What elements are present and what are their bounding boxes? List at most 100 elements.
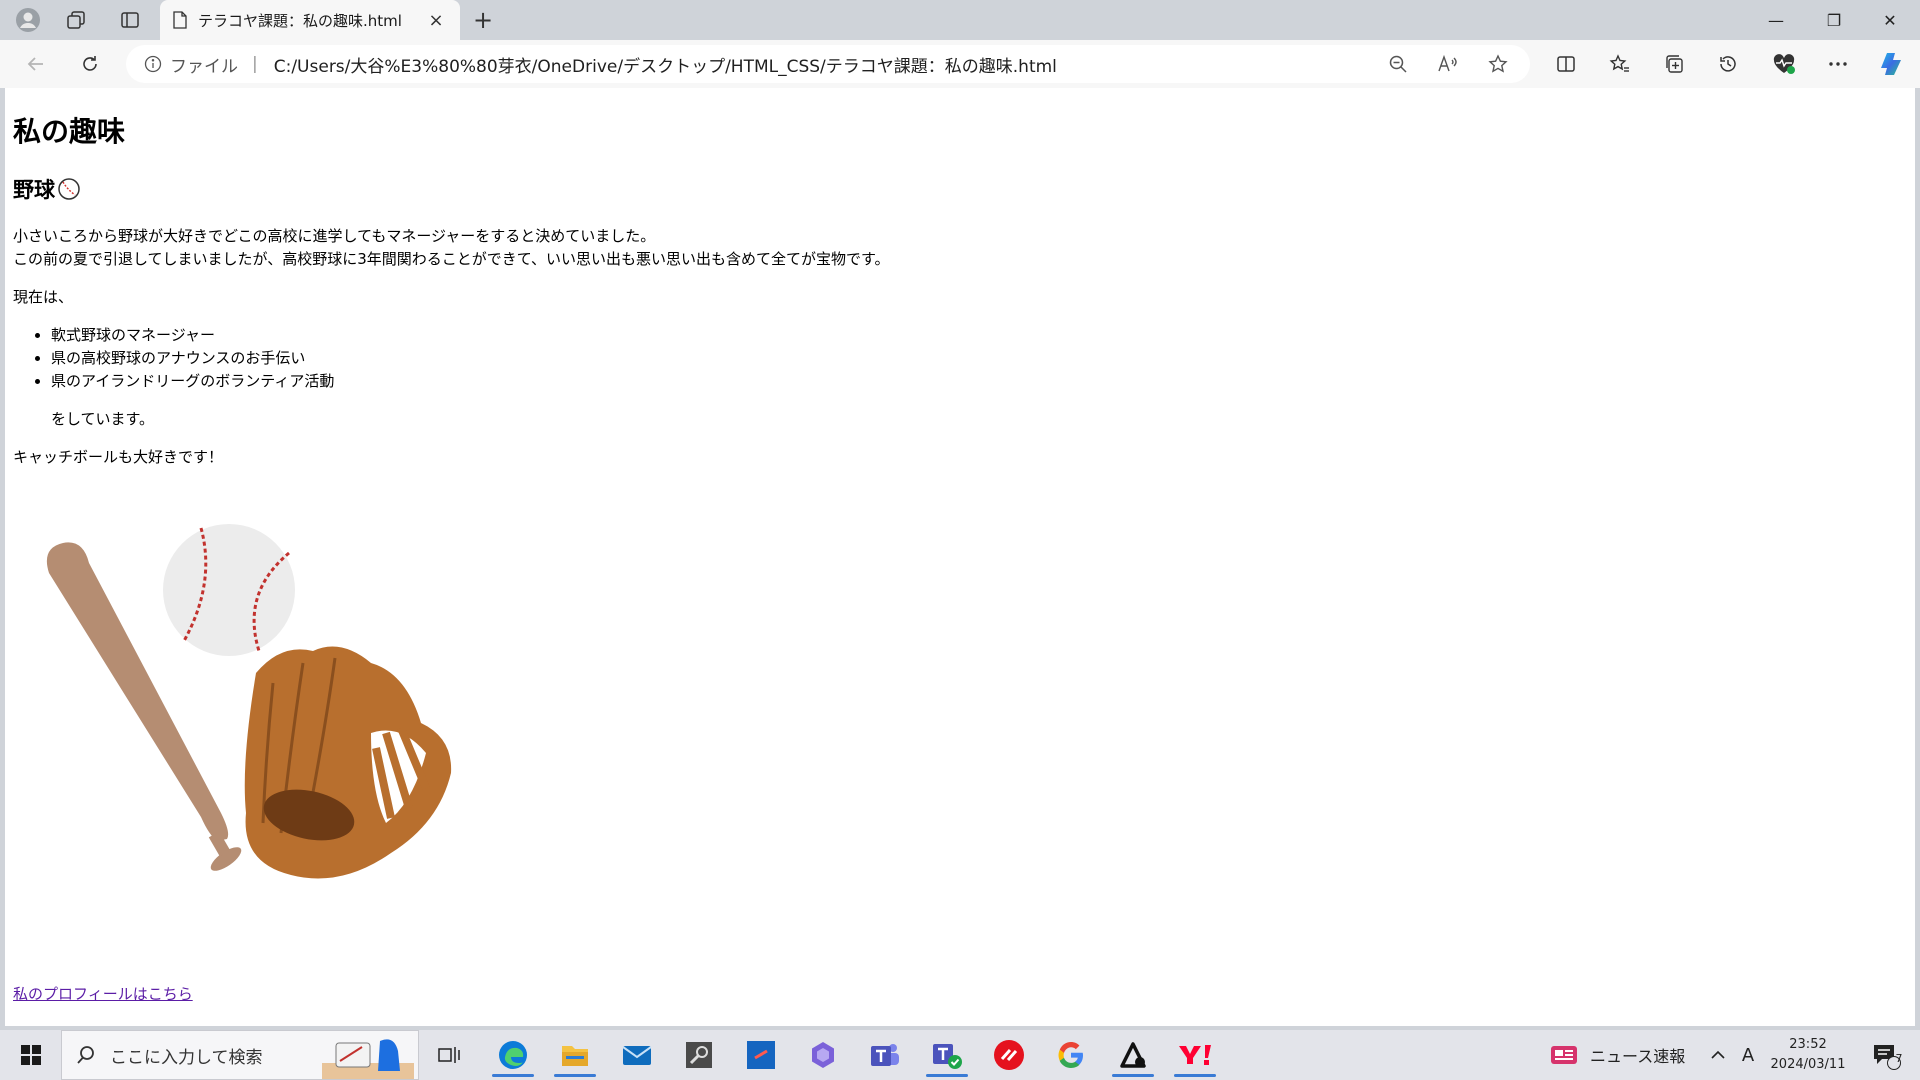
red-circle-app-icon <box>994 1040 1024 1070</box>
start-button[interactable] <box>10 1030 52 1080</box>
tray-overflow-button[interactable] <box>1704 1030 1732 1080</box>
mail-icon <box>622 1046 652 1065</box>
taskbar-app-tool[interactable] <box>734 1033 788 1077</box>
intro-line-2: この前の夏で引退してしまいましたが、高校野球に3年間関わることができて、いい思い… <box>13 250 890 268</box>
news-label: ニュース速報 <box>1590 1047 1686 1066</box>
taskbar-app-explorer[interactable] <box>548 1033 602 1077</box>
tab-bar: テラコヤ課題：私の趣味.html × + — ❐ ✕ <box>0 0 1920 40</box>
task-view-button[interactable] <box>422 1033 476 1077</box>
active-tab[interactable]: テラコヤ課題：私の趣味.html × <box>160 0 460 40</box>
copilot-icon <box>1881 53 1901 75</box>
folder-icon <box>562 1046 588 1066</box>
taskbar-app-yahoo[interactable] <box>1168 1033 1222 1077</box>
taskbar-app-edge[interactable] <box>486 1033 540 1077</box>
restore-button[interactable]: ❐ <box>1806 0 1862 40</box>
split-screen-icon <box>1557 56 1575 72</box>
heart-pulse-icon <box>1773 54 1795 74</box>
clock-date: 2024/03/11 <box>1770 1057 1846 1072</box>
active-indicator <box>492 1074 534 1077</box>
taskbar-search[interactable]: ここに入力して検索 <box>61 1030 419 1080</box>
collections-icon <box>1666 55 1683 73</box>
ime-indicator[interactable]: A <box>1734 1030 1762 1080</box>
taskbar-app-teams[interactable] <box>858 1033 912 1077</box>
section-heading-text: 野球 <box>13 178 55 202</box>
teams-work-icon <box>933 1044 962 1069</box>
clock-time: 23:52 <box>1789 1037 1827 1052</box>
search-highlight-icon <box>322 1039 414 1079</box>
news-widget[interactable]: ニュース速報 <box>1550 1030 1685 1080</box>
active-indicator <box>926 1074 968 1077</box>
taskbar-app-settings[interactable] <box>672 1033 726 1077</box>
tab-close-icon[interactable]: × <box>424 10 448 31</box>
intro-line-1: 小さいころから野球が大好きでどこの高校に進学してもマネージャーをすると決めていま… <box>13 227 656 245</box>
taskbar-app-chrome[interactable] <box>1044 1033 1098 1077</box>
windows-logo-icon <box>21 1045 41 1065</box>
star-icon <box>1488 54 1508 73</box>
intro-paragraph: 小さいころから野球が大好きでどこの高校に進学してもマネージャーをすると決めていま… <box>13 225 890 271</box>
teams-icon <box>871 1044 899 1066</box>
page-viewport: 私の趣味 野球 小さいころから野球が大好きでどこの高校に進学してもマネージャーを… <box>5 88 1915 1026</box>
taskbar-app-teams-work[interactable] <box>920 1033 974 1077</box>
vertical-tabs-button[interactable] <box>110 4 150 36</box>
new-tab-button[interactable]: + <box>466 4 500 36</box>
profile-link[interactable]: 私のプロフィールはこちら <box>13 983 193 1004</box>
notification-count: 7 <box>1895 1052 1903 1065</box>
workspaces-button[interactable] <box>56 4 96 36</box>
search-icon <box>77 1046 94 1064</box>
favorite-button[interactable] <box>1478 45 1518 83</box>
active-indicator <box>554 1074 596 1077</box>
profile-button[interactable] <box>8 4 48 36</box>
collections-button[interactable] <box>1654 48 1694 80</box>
dark-app-icon <box>1120 1042 1146 1068</box>
google-icon <box>1058 1042 1083 1068</box>
split-screen-button[interactable] <box>1546 48 1586 80</box>
address-url[interactable]: C:/Users/大谷%E3%80%80芽衣/OneDrive/デスクトップ/H… <box>274 52 1057 77</box>
baseball-emoji-icon <box>58 178 80 200</box>
back-button[interactable] <box>18 48 54 80</box>
yahoo-icon <box>1179 1045 1211 1065</box>
zoom-out-icon <box>1389 55 1407 73</box>
list-item: 軟式野球のマネージャー <box>51 324 334 347</box>
current-paragraph: 現在は、 <box>13 288 74 306</box>
taskbar-app-mail[interactable] <box>610 1033 664 1077</box>
taskbar-app-red[interactable] <box>982 1033 1036 1077</box>
settings-more-button[interactable] <box>1818 48 1858 80</box>
history-button[interactable] <box>1708 48 1748 80</box>
address-separator: | <box>252 54 258 74</box>
list-item: 県の高校野球のアナウンスのお手伝い <box>51 347 334 370</box>
browser-essentials-button[interactable] <box>1764 48 1804 80</box>
list-item: 県のアイランドリーグのボランティア活動 <box>51 370 334 393</box>
catchball-paragraph: キャッチボールも大好きです！ <box>13 448 224 466</box>
clock[interactable]: 23:52 2024/03/11 <box>1760 1035 1856 1075</box>
minimize-button[interactable]: — <box>1748 0 1804 40</box>
refresh-icon <box>83 56 97 71</box>
favorites-icon <box>1609 54 1629 72</box>
tab-actions-icon <box>121 12 139 28</box>
more-icon <box>1829 62 1847 66</box>
notification-button[interactable]: 7 <box>1866 1038 1906 1074</box>
copilot-button[interactable] <box>1872 48 1912 80</box>
read-aloud-button[interactable] <box>1428 45 1468 83</box>
history-icon <box>1720 56 1736 72</box>
back-arrow-icon <box>27 57 43 71</box>
hexagon-app-icon <box>812 1042 834 1068</box>
zoom-button[interactable] <box>1378 45 1418 83</box>
active-indicator <box>1174 1074 1216 1077</box>
workspaces-icon <box>67 11 85 29</box>
taskbar-app-copilot[interactable] <box>796 1033 850 1077</box>
taskbar-app-dark[interactable] <box>1106 1033 1160 1077</box>
activity-list: 軟式野球のマネージャー 県の高校野球のアナウンスのお手伝い 県のアイランドリーグ… <box>51 324 334 393</box>
profile-icon <box>16 8 40 32</box>
address-bar[interactable]: ファイル | C:/Users/大谷%E3%80%80芽衣/OneDrive/デ… <box>126 45 1530 83</box>
after-list-text: をしています。 <box>51 410 155 428</box>
news-icon <box>1551 1046 1577 1064</box>
address-scheme-label: ファイル <box>170 56 238 77</box>
chevron-up-icon <box>1711 1050 1725 1059</box>
page-heading: 私の趣味 <box>13 115 126 148</box>
refresh-button[interactable] <box>72 48 108 80</box>
close-window-button[interactable]: ✕ <box>1862 0 1918 40</box>
edge-icon <box>499 1041 527 1069</box>
tab-title: テラコヤ課題：私の趣味.html <box>198 11 402 30</box>
section-heading-baseball: 野球 <box>13 174 81 204</box>
favorites-button[interactable] <box>1600 48 1640 80</box>
